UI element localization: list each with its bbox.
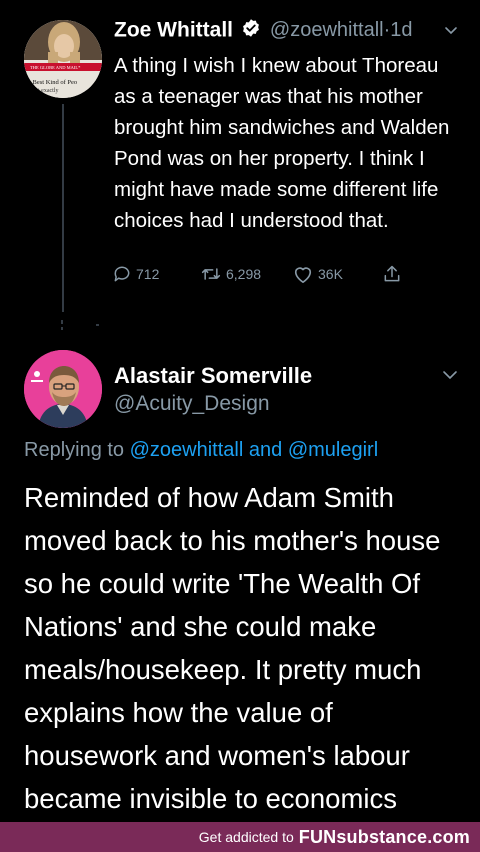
tweet1-timestamp: 1d	[390, 19, 413, 41]
like-count: 36K	[318, 266, 343, 282]
avatar-alastair-somerville[interactable]	[24, 350, 102, 428]
replying-prefix: Replying to	[24, 439, 125, 461]
reply-count: 712	[136, 266, 160, 282]
verified-badge-icon	[241, 18, 261, 43]
tweet1-handle[interactable]: @zoewhittall·1d	[270, 19, 413, 41]
tweet1-action-bar: 712 6,298 36K	[112, 262, 412, 286]
mention-link-mulegirl[interactable]: @mulegirl	[288, 439, 378, 461]
watermark-content: Get addicted to FUNsubstance.com	[199, 822, 470, 852]
retweet-button[interactable]: 6,298	[200, 262, 261, 286]
avatar-caption-3: t exactly	[38, 88, 59, 94]
avatar-photo	[24, 350, 102, 428]
share-icon	[384, 265, 400, 282]
replying-and[interactable]: and	[249, 439, 282, 461]
replying-to-line: Replying to @zoewhittall and @mulegirl	[24, 439, 378, 462]
watermark-brand: FUNsubstance.com	[299, 827, 470, 848]
like-button[interactable]: 36K	[292, 262, 343, 286]
retweet-icon	[201, 268, 221, 280]
avatar-photo: THE GLOBE AND MAIL* e Best Kind of Peo t…	[24, 20, 102, 98]
avatar-caption-1: THE GLOBE AND MAIL*	[30, 65, 81, 70]
avatar-caption-2: e Best Kind of Peo	[28, 79, 77, 86]
tweet1-text: A thing I wish I knew about Thoreau as a…	[114, 54, 450, 232]
watermark-lead-text: Get addicted to	[198, 829, 294, 845]
like-icon	[294, 267, 312, 283]
tweet1-author-name[interactable]: Zoe Whittall	[114, 19, 233, 42]
chevron-down-icon[interactable]	[442, 370, 458, 381]
thread-dots	[61, 320, 99, 330]
share-button[interactable]	[382, 262, 402, 286]
tweet2-handle[interactable]: @Acuity_Design	[114, 392, 270, 416]
tweet1-handle-text: @zoewhittall	[269, 19, 384, 41]
avatar-zoe-whittall[interactable]: THE GLOBE AND MAIL* e Best Kind of Peo t…	[24, 20, 102, 98]
chevron-down-icon[interactable]	[444, 26, 458, 36]
mention-link-zoewhittall[interactable]: @zoewhittall	[130, 439, 244, 461]
watermark-banner: Get addicted to FUNsubstance.com	[0, 822, 480, 852]
tweet2-author-name[interactable]: Alastair Somerville	[114, 363, 312, 389]
watermark-brand-tld: .com	[427, 826, 470, 847]
reply-button[interactable]: 712	[112, 262, 159, 286]
watermark-brand-name: FUNsubstance	[298, 826, 428, 847]
tweet1-header: Zoe Whittall @zoewhittall·1d	[114, 18, 413, 48]
tweet2-text: Reminded of how Adam Smith moved back to…	[24, 482, 441, 814]
thread-line	[62, 104, 64, 312]
retweet-count: 6,298	[226, 266, 262, 282]
reply-icon	[114, 266, 130, 282]
